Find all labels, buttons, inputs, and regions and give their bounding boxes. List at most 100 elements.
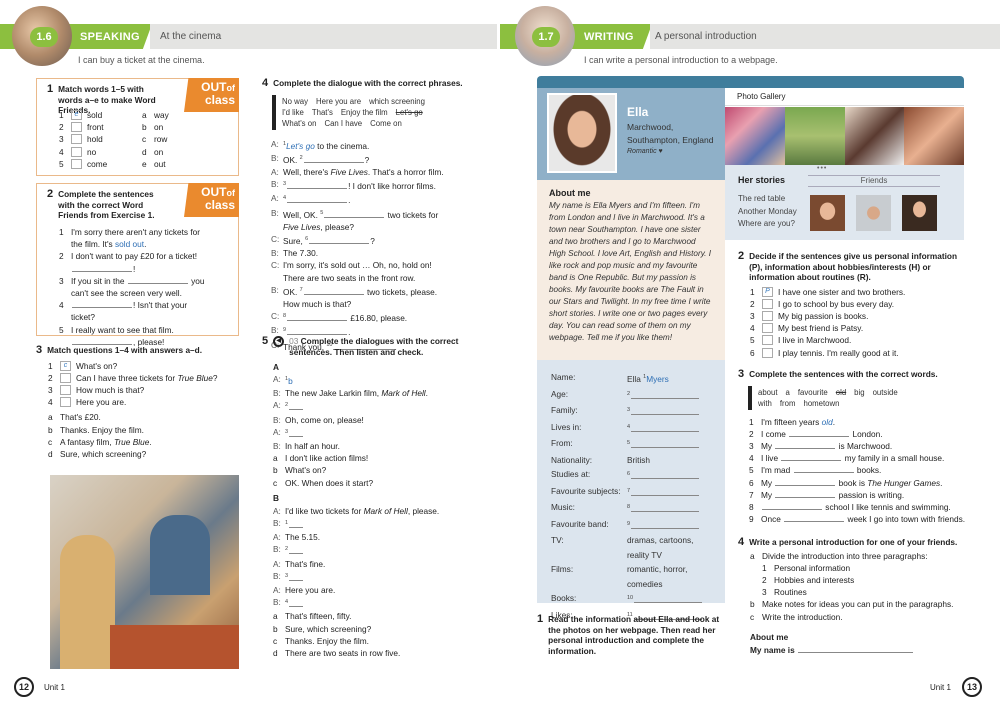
item-text: Well, there's Five Lives. That's a horro… [283,166,451,178]
answer-blank[interactable] [775,478,836,486]
answer-blank[interactable] [72,300,132,309]
answer-blank[interactable] [775,490,836,498]
answer-box[interactable] [71,146,82,157]
answer-blank[interactable] [289,573,304,581]
answer-blank[interactable] [631,407,700,415]
answer-box[interactable] [71,134,82,145]
answer-blank[interactable] [631,504,700,512]
friend-photo[interactable] [810,195,845,231]
answer-box[interactable]: c [60,360,71,371]
answer-blank[interactable] [287,313,348,322]
answer-blank[interactable] [289,520,304,529]
answer-box[interactable] [762,323,773,334]
answer-blank[interactable] [781,453,842,462]
gallery-photo[interactable] [904,107,964,165]
list-item: 6 I play tennis. I'm really good at it. [750,347,968,359]
item-text: Once week I go into town with friends. [761,513,968,525]
text-segment: school I like tennis and swimming. [823,501,951,512]
answer-blank[interactable] [784,514,845,523]
answer-blank[interactable] [72,337,132,345]
answer-blank[interactable] [303,287,364,295]
story-link[interactable]: Another Monday [738,206,797,219]
answer-box[interactable] [71,122,82,133]
answer-box[interactable] [71,158,82,169]
item-text: I live my family in a small house. [761,452,968,464]
answer-box[interactable] [762,298,773,309]
answer-blank[interactable] [762,502,822,510]
answer-box[interactable] [60,372,71,383]
dialogue-line: B: Oh, come on, please! [273,414,492,426]
item-text: Oh, come on, please! [285,414,492,426]
text-segment: big [854,387,865,397]
text-segment: What's on [282,118,317,128]
answer-blank[interactable] [287,181,348,190]
answer-blank[interactable] [775,441,836,449]
list-item: d There are two seats in row five. [273,647,492,659]
answer-blank[interactable] [303,155,364,163]
exercise-number: 3 [36,344,43,356]
info-value: 6 [627,467,711,484]
info-row: Studies at: 6 [551,467,711,484]
answer-box[interactable] [60,384,71,395]
answer-blank[interactable] [798,645,914,653]
answer-blank[interactable] [289,546,304,555]
text-segment: Routines [774,587,807,598]
story-link[interactable]: The red table [738,193,797,206]
item-number: b [142,122,147,133]
answer-box[interactable] [762,347,773,358]
answer-blank[interactable] [287,327,348,336]
answer-blank[interactable] [631,521,700,529]
exercise-instruction: Complete the dialogue with the correct p… [273,78,463,88]
story-link[interactable]: Where are you? [738,218,797,231]
gallery-photo[interactable] [784,107,845,165]
answer-blank[interactable] [287,195,348,204]
answer-blank[interactable] [289,599,304,608]
answer-box[interactable] [762,310,773,321]
info-value: dramas, cartoons, reality TV [627,533,711,562]
item-number: 4 [749,453,754,464]
item-number: 5 [59,158,64,169]
answer-blank[interactable] [289,402,304,411]
exercise-number: 2 [47,188,54,200]
dialogue-line: A: Here you are. [273,584,492,596]
gallery-photo[interactable] [725,107,785,165]
answer-blank[interactable] [789,429,850,437]
friend-photo[interactable] [902,195,937,231]
audio-icon[interactable]: ◀ [273,336,285,347]
answer-blank[interactable] [324,210,385,218]
exercise-4: 4 Complete the dialogue with the correct … [262,78,492,353]
answer-blank[interactable] [631,440,700,448]
answer-box[interactable] [60,397,71,408]
answer-blank[interactable] [631,471,700,479]
answer-blank[interactable] [127,276,188,284]
friend-photo[interactable] [856,195,891,231]
item-number: 3 [59,134,64,145]
item-number: 2 [59,122,64,133]
gallery-pager-dots[interactable]: ••• [817,165,827,172]
answer-blank[interactable] [631,488,700,496]
answer-blank[interactable] [309,236,370,244]
gap-number: 10 [627,595,634,601]
info-row: Lives in: 4 [551,420,711,437]
answer-blank[interactable] [793,465,854,474]
answer-box[interactable]: e [71,110,82,120]
text-segment: If you sit in the [71,275,127,286]
item-number: 4 [750,323,755,334]
item-text: OK. 2? [283,152,451,166]
answer-blank[interactable] [631,424,700,432]
item-text: 2 [285,543,492,557]
answer-blank[interactable] [72,264,132,272]
answer-blank[interactable] [631,391,700,399]
answer-box[interactable]: P [762,286,773,297]
gap-number: 2 [285,546,289,553]
item-text: The 5.15. [285,531,492,543]
answer-blank[interactable] [634,595,703,603]
answer-blank[interactable] [289,429,304,437]
text-segment: come [87,158,108,169]
answer-box[interactable] [762,335,773,346]
item-text: Divide the introduction into three parag… [762,550,968,562]
item-text: That's fifteen, fifty. [285,610,492,622]
text-segment: That's fine. [285,558,326,569]
item-text: There are two seats in row five. [285,647,492,659]
gallery-photo[interactable] [844,107,905,165]
